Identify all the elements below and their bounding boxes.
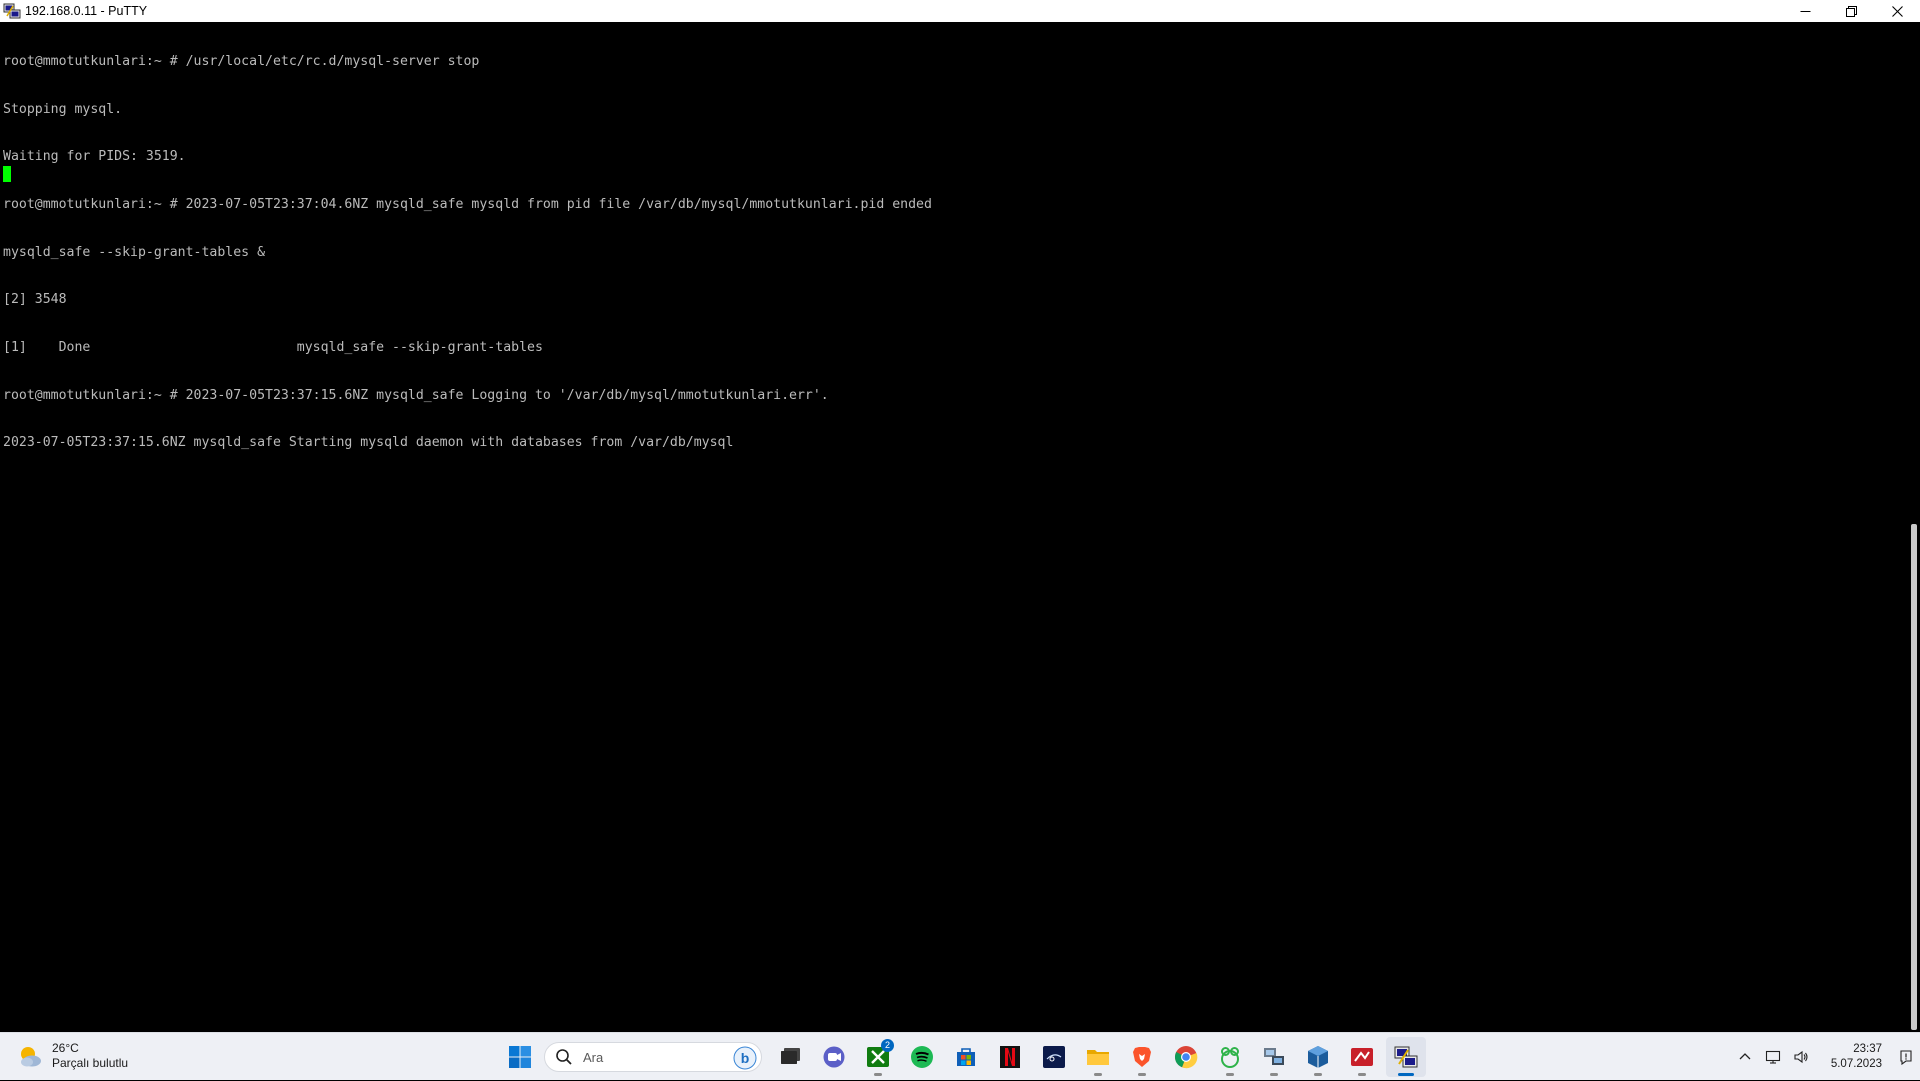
running-indicator [1138, 1073, 1146, 1076]
putty-icon [1394, 1046, 1418, 1068]
restore-button[interactable] [1828, 0, 1874, 22]
svg-text:b: b [741, 1050, 750, 1066]
putty-taskbar-button[interactable] [1386, 1037, 1426, 1077]
weather-widget[interactable]: 26°C Parçalı bulutlu [16, 1041, 128, 1071]
volume-button[interactable] [1787, 1037, 1815, 1077]
terminal-line: [2] 3548 [3, 292, 67, 308]
terminal-line: 2023-07-05T23:37:15.6NZ mysqld_safe Star… [3, 435, 734, 451]
terminal-line: Waiting for PIDS: 3519. [3, 149, 186, 165]
active-indicator [1398, 1073, 1414, 1076]
weather-condition: Parçalı bulutlu [52, 1056, 129, 1070]
file-explorer-button[interactable] [1078, 1037, 1118, 1077]
red-app-button[interactable] [1342, 1037, 1382, 1077]
spotify-icon [911, 1046, 933, 1068]
running-indicator [1094, 1073, 1102, 1076]
chevron-up-icon [1739, 1053, 1751, 1060]
store-button[interactable] [946, 1037, 986, 1077]
weather-temperature: 26°C [52, 1041, 79, 1055]
netflix-button[interactable] [990, 1037, 1030, 1077]
bing-icon[interactable]: b [733, 1046, 757, 1070]
clock-date: 5.07.2023 [1830, 1058, 1882, 1070]
clock-time: 23:37 [1853, 1043, 1882, 1055]
virtualbox-icon [1308, 1046, 1328, 1068]
close-button[interactable] [1874, 0, 1920, 22]
search-box[interactable]: Ara b [544, 1042, 762, 1072]
windows-start-icon [509, 1046, 531, 1068]
task-view-button[interactable] [770, 1037, 810, 1077]
red-app-icon [1351, 1048, 1373, 1066]
disney-plus-button[interactable] [1034, 1037, 1074, 1077]
taskbar-apps: Ara b 2 [500, 1037, 1430, 1077]
putty-icon [3, 3, 21, 19]
task-view-icon [781, 1048, 800, 1064]
running-indicator [874, 1073, 882, 1076]
terminal-line: root@mmotutkunlari:~ # /usr/local/etc/rc… [3, 53, 480, 69]
window-title-bar[interactable]: 192.168.0.11 - PuTTY [0, 0, 1920, 22]
search-placeholder: Ara [583, 1049, 604, 1065]
frog-icon [1221, 1047, 1239, 1068]
running-indicator [1270, 1073, 1278, 1076]
chrome-button[interactable] [1166, 1037, 1206, 1077]
brave-button[interactable] [1122, 1037, 1162, 1077]
chat-icon [823, 1046, 845, 1068]
window-title: 192.168.0.11 - PuTTY [25, 4, 148, 18]
terminal-line: mysqld_safe --skip-grant-tables & [3, 244, 266, 260]
terminal-cursor [3, 166, 11, 182]
partly-cloudy-icon [21, 1047, 41, 1067]
terminal-line: [1] Done mysqld_safe --skip-grant-tables [3, 340, 543, 356]
terminal-scrollbar[interactable] [1908, 22, 1920, 1032]
running-indicator [1314, 1073, 1322, 1076]
frog-app-button[interactable] [1210, 1037, 1250, 1077]
network-icon [1765, 1050, 1780, 1064]
xbox-button[interactable]: 2 [858, 1037, 898, 1077]
xbox-badge: 2 [881, 1039, 894, 1052]
notification-button[interactable] [1892, 1037, 1920, 1077]
minimize-icon [1800, 10, 1810, 12]
clock[interactable]: 23:37 5.07.2023 [1831, 1042, 1882, 1072]
spotify-button[interactable] [902, 1037, 942, 1077]
volume-icon [1794, 1050, 1808, 1064]
restore-icon [1845, 5, 1857, 17]
terminal-lines: root@mmotutkunlari:~ # /usr/local/etc/rc… [3, 22, 932, 483]
running-indicator [1226, 1073, 1234, 1076]
terminal-line: Stopping mysql. [3, 101, 123, 117]
network-button[interactable] [1759, 1037, 1787, 1077]
chat-button[interactable] [814, 1037, 854, 1077]
running-indicator [1358, 1073, 1366, 1076]
chrome-icon [1174, 1046, 1198, 1069]
virtualbox-button[interactable] [1298, 1037, 1338, 1077]
window-controls [1782, 0, 1920, 22]
disney-plus-icon [1043, 1046, 1065, 1068]
system-tray: 23:37 5.07.2023 [1731, 1033, 1920, 1081]
minimize-button[interactable] [1782, 0, 1828, 22]
show-hidden-icons-button[interactable] [1731, 1037, 1759, 1077]
scrollbar-thumb[interactable] [1911, 524, 1917, 1030]
folder-icon [1087, 1050, 1109, 1065]
start-button[interactable] [500, 1037, 540, 1077]
store-icon [957, 1048, 975, 1066]
network-tool-button[interactable] [1254, 1037, 1294, 1077]
close-icon [1891, 5, 1903, 17]
search-icon [556, 1049, 572, 1065]
netflix-icon [1000, 1046, 1020, 1068]
brave-icon [1133, 1047, 1151, 1067]
network-tool-icon [1264, 1048, 1284, 1065]
terminal-line: root@mmotutkunlari:~ # 2023-07-05T23:37:… [3, 196, 932, 212]
terminal-output[interactable]: root@mmotutkunlari:~ # /usr/local/etc/rc… [0, 22, 1908, 1032]
notification-icon [1900, 1050, 1912, 1065]
terminal-line: root@mmotutkunlari:~ # 2023-07-05T23:37:… [3, 387, 829, 403]
taskbar: 26°C Parçalı bulutlu Ara b 2 23:37 5.07.… [0, 1032, 1920, 1080]
